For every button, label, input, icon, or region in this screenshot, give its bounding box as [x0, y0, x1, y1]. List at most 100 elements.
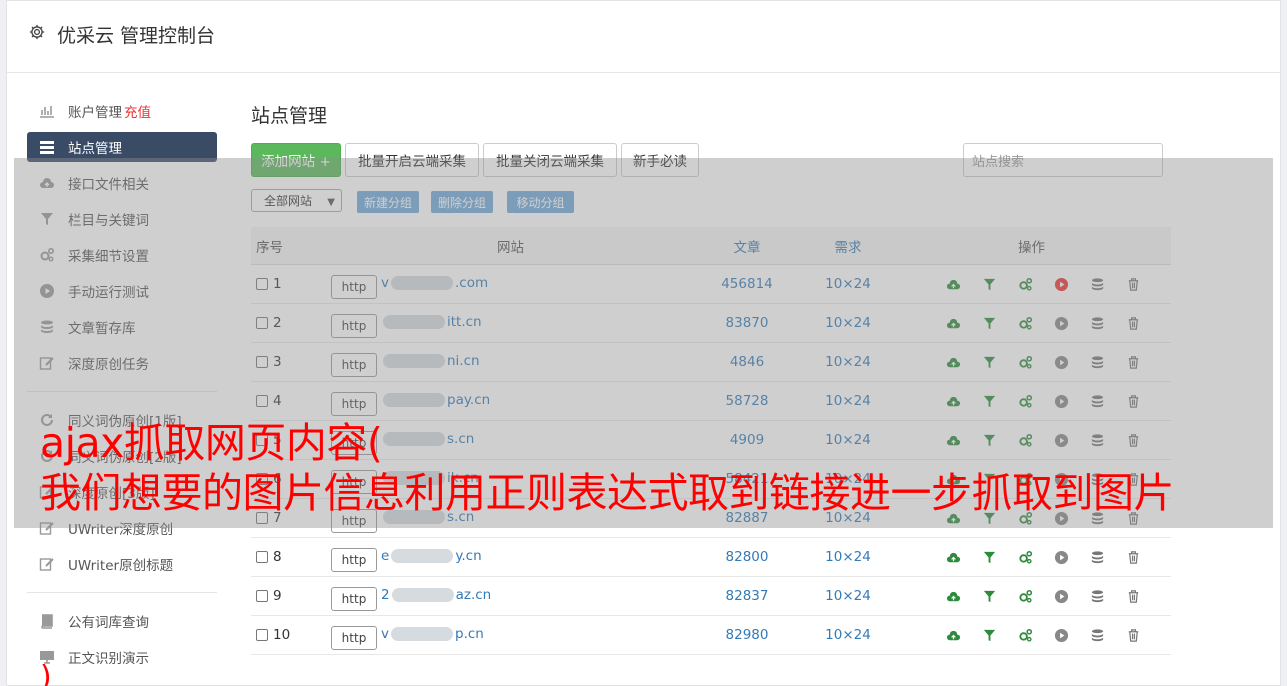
row-actions	[935, 382, 1151, 420]
database-icon[interactable]	[1079, 589, 1115, 604]
move-group-button[interactable]: 移动分组	[507, 191, 574, 213]
row-checkbox[interactable]	[256, 395, 268, 407]
database-icon[interactable]	[1079, 316, 1115, 331]
row-articles[interactable]: 82800	[691, 538, 803, 576]
filter-icon[interactable]	[971, 277, 1007, 292]
row-demand[interactable]: 10×24	[813, 304, 883, 342]
row-checkbox[interactable]	[256, 356, 268, 368]
database-icon[interactable]	[1079, 628, 1115, 643]
play-circle-icon[interactable]	[1043, 355, 1079, 370]
play-circle-icon[interactable]	[1043, 316, 1079, 331]
cloud-upload-icon[interactable]	[935, 316, 971, 331]
site-link[interactable]: v .com	[381, 275, 488, 291]
row-checkbox[interactable]	[256, 629, 268, 641]
sidebar-item-group3-1[interactable]: 正文识别演示	[27, 639, 217, 675]
row-demand[interactable]: 10×24	[813, 538, 883, 576]
cloud-upload-icon[interactable]	[935, 394, 971, 409]
row-articles[interactable]: 82837	[691, 577, 803, 615]
row-checkbox[interactable]	[256, 278, 268, 290]
cogs-icon[interactable]	[1007, 394, 1043, 409]
trash-icon[interactable]	[1115, 277, 1151, 292]
row-checkbox[interactable]	[256, 317, 268, 329]
sidebar-item-group2-4[interactable]: UWriter原创标题	[27, 546, 217, 582]
row-demand[interactable]: 10×24	[813, 343, 883, 381]
header-demand: 需求	[834, 239, 862, 256]
cogs-icon[interactable]	[1007, 316, 1043, 331]
database-icon[interactable]	[1079, 277, 1115, 292]
row-actions	[935, 304, 1151, 342]
site-link[interactable]: 2 az.cn	[381, 587, 491, 603]
row-articles[interactable]: 83870	[691, 304, 803, 342]
sidebar-item-group3-0[interactable]: 公有词库查询	[27, 603, 217, 639]
cloud-upload-icon[interactable]	[935, 628, 971, 643]
filter-icon[interactable]	[971, 628, 1007, 643]
filter-icon	[39, 211, 55, 227]
cogs-icon[interactable]	[1007, 355, 1043, 370]
play-circle-icon[interactable]	[1043, 277, 1079, 292]
row-checkbox[interactable]	[256, 551, 268, 563]
sidebar-item-label: 公有词库查询	[68, 615, 149, 631]
site-link[interactable]: ni.cn	[381, 353, 480, 369]
trash-icon[interactable]	[1115, 589, 1151, 604]
filter-icon[interactable]	[971, 589, 1007, 604]
sidebar-item-items-5[interactable]: 手动运行测试	[27, 273, 217, 309]
site-suffix: y.cn	[455, 548, 482, 564]
row-demand[interactable]: 10×24	[813, 577, 883, 615]
site-link[interactable]: v p.cn	[381, 626, 484, 642]
batch-open-cloud-button[interactable]: 批量开启云端采集	[345, 143, 479, 177]
row-articles[interactable]: 58728	[691, 382, 803, 420]
database-icon[interactable]	[1079, 394, 1115, 409]
site-link[interactable]: itt.cn	[381, 314, 482, 330]
guide-button[interactable]: 新手必读	[621, 143, 699, 177]
add-site-button[interactable]: 添加网站 +	[251, 143, 341, 177]
row-articles[interactable]: 456814	[691, 265, 803, 303]
row-articles[interactable]: 4846	[691, 343, 803, 381]
row-articles[interactable]: 82980	[691, 616, 803, 654]
cogs-icon[interactable]	[1007, 628, 1043, 643]
sidebar-item-items-4[interactable]: 采集细节设置	[27, 237, 217, 273]
trash-icon[interactable]	[1115, 394, 1151, 409]
site-link[interactable]: pay.cn	[381, 392, 490, 408]
filter-icon[interactable]	[971, 355, 1007, 370]
new-group-button[interactable]: 新建分组	[357, 191, 419, 213]
cloud-upload-icon[interactable]	[935, 355, 971, 370]
sidebar-item-items-6[interactable]: 文章暂存库	[27, 309, 217, 345]
trash-icon[interactable]	[1115, 550, 1151, 565]
play-circle-icon[interactable]	[1043, 628, 1079, 643]
cloud-upload-icon[interactable]	[935, 550, 971, 565]
play-circle-icon[interactable]	[1043, 550, 1079, 565]
sidebar-item-items-7[interactable]: 深度原创任务	[27, 345, 217, 381]
cloud-upload-icon[interactable]	[935, 277, 971, 292]
sidebar-item-items-2[interactable]: 接口文件相关	[27, 165, 217, 201]
row-demand[interactable]: 10×24	[813, 265, 883, 303]
row-number: 3	[256, 343, 282, 381]
sidebar-item-items-3[interactable]: 栏目与关键词	[27, 201, 217, 237]
row-demand[interactable]: 10×24	[813, 382, 883, 420]
database-icon[interactable]	[1079, 355, 1115, 370]
site-group-select[interactable]: 全部网站 ▼	[251, 189, 342, 212]
sidebar-item-items-1[interactable]: 站点管理	[27, 132, 217, 162]
trash-icon[interactable]	[1115, 628, 1151, 643]
row-demand[interactable]: 10×24	[813, 616, 883, 654]
cloud-upload-icon[interactable]	[935, 589, 971, 604]
filter-icon[interactable]	[971, 316, 1007, 331]
site-search-input[interactable]: 站点搜索	[963, 143, 1163, 177]
cogs-icon[interactable]	[1007, 550, 1043, 565]
cogs-icon[interactable]	[1007, 277, 1043, 292]
delete-group-button[interactable]: 删除分组	[431, 191, 493, 213]
trash-icon[interactable]	[1115, 316, 1151, 331]
play-circle-icon[interactable]	[1043, 589, 1079, 604]
cogs-icon[interactable]	[1007, 589, 1043, 604]
row-actions	[935, 343, 1151, 381]
filter-icon[interactable]	[971, 394, 1007, 409]
trash-icon[interactable]	[1115, 355, 1151, 370]
batch-close-cloud-button[interactable]: 批量关闭云端采集	[483, 143, 617, 177]
database-icon[interactable]	[1079, 550, 1115, 565]
row-checkbox[interactable]	[256, 590, 268, 602]
sidebar-item-items-0[interactable]: 账户管理 充值	[27, 93, 217, 129]
site-suffix: itt.cn	[447, 314, 482, 330]
play-circle-icon[interactable]	[1043, 394, 1079, 409]
filter-icon[interactable]	[971, 550, 1007, 565]
site-link[interactable]: e y.cn	[381, 548, 482, 564]
recharge-link[interactable]: 充值	[124, 101, 151, 121]
